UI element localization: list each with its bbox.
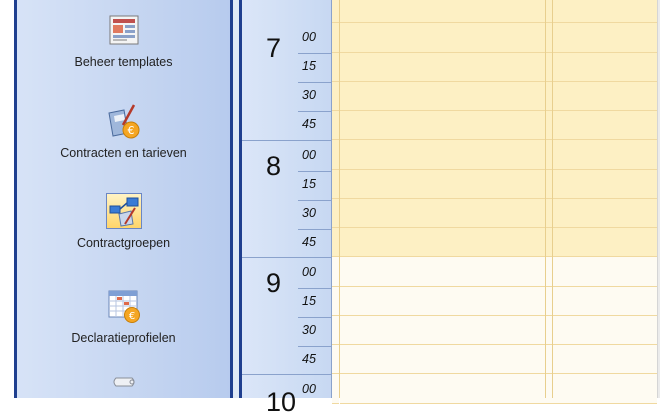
- nav-item-contracten-tarieven[interactable]: € Contracten en tarieven: [17, 103, 230, 160]
- hour-block-9: 9 00 15 30 45: [242, 257, 332, 375]
- time-slot[interactable]: [332, 81, 339, 111]
- time-slot[interactable]: [553, 111, 657, 141]
- time-ruler: 45 7 00 15 30 45 8 00 15 30 45 9 00 15 3…: [242, 0, 332, 417]
- minute-label: 00: [298, 25, 332, 54]
- time-slot[interactable]: [553, 81, 657, 111]
- time-slot[interactable]: [332, 23, 339, 53]
- time-slot[interactable]: [553, 23, 657, 53]
- nav-item-contractgroepen[interactable]: Contractgroepen: [17, 193, 230, 250]
- time-slot[interactable]: [340, 345, 553, 375]
- time-slot[interactable]: [332, 374, 339, 404]
- time-slot[interactable]: [340, 286, 553, 316]
- time-slot[interactable]: [553, 198, 657, 228]
- hour-label: 7: [266, 33, 282, 63]
- minute-label: 30: [298, 318, 332, 347]
- time-slot[interactable]: [340, 198, 553, 228]
- time-slot[interactable]: [332, 52, 339, 82]
- nav-item-beheer-templates[interactable]: Beheer templates: [17, 12, 230, 69]
- declaration-profile-icon: €: [106, 288, 142, 324]
- contract-euro-icon: €: [106, 103, 142, 139]
- time-slot[interactable]: [332, 0, 339, 24]
- svg-text:€: €: [128, 311, 134, 322]
- time-slot[interactable]: [553, 169, 657, 199]
- time-slot[interactable]: [340, 169, 553, 199]
- hour-label: 10: [266, 387, 297, 417]
- minute-label: 15: [298, 54, 332, 83]
- time-slot[interactable]: [553, 257, 657, 287]
- minute-label: 00: [298, 260, 332, 289]
- minute-label: 00: [302, 382, 316, 396]
- time-slot[interactable]: [553, 315, 657, 345]
- hour-block-8: 8 00 15 30 45: [242, 140, 332, 258]
- minute-label: 45: [302, 117, 316, 131]
- time-slot[interactable]: [340, 257, 553, 287]
- contract-group-icon: [105, 193, 142, 229]
- nav-item-label: Contracten en tarieven: [60, 146, 187, 160]
- hour-label: 8: [266, 151, 282, 181]
- time-slot[interactable]: [340, 111, 553, 141]
- minute-label: 45: [302, 235, 316, 249]
- time-slot[interactable]: [332, 228, 339, 258]
- schedule-grid: [332, 0, 660, 404]
- time-slot[interactable]: [340, 228, 553, 258]
- navigation-sidebar: Beheer templates € Contracten en tarieve…: [14, 0, 233, 398]
- minute-label: 15: [298, 172, 332, 201]
- time-slot[interactable]: [332, 111, 339, 141]
- time-slot[interactable]: [340, 52, 553, 82]
- time-slot[interactable]: [553, 228, 657, 258]
- minute-label: 30: [298, 83, 332, 112]
- minute-label: 15: [298, 289, 332, 318]
- time-slot[interactable]: [340, 81, 553, 111]
- column-separator: [552, 0, 553, 398]
- time-slot[interactable]: [332, 198, 339, 228]
- time-slot[interactable]: [553, 345, 657, 375]
- column-separator: [339, 0, 340, 398]
- column-separator: [545, 0, 546, 398]
- time-slot[interactable]: [553, 140, 657, 170]
- time-slot[interactable]: [332, 315, 339, 345]
- time-slot[interactable]: [340, 374, 553, 404]
- hour-label: 9: [266, 268, 282, 298]
- nav-item-label: Contractgroepen: [76, 236, 171, 250]
- minute-label: 30: [298, 201, 332, 230]
- time-slot[interactable]: [332, 140, 339, 170]
- nav-item-declaratieprofielen[interactable]: € Declaratieprofielen: [17, 288, 230, 345]
- hour-block-7: 7 00 15 30 45: [242, 23, 332, 140]
- time-slot[interactable]: [340, 315, 553, 345]
- templates-icon: [106, 12, 142, 48]
- hour-block-10: 10 00: [242, 374, 332, 417]
- time-slot[interactable]: [340, 0, 553, 24]
- time-slot[interactable]: [332, 345, 339, 375]
- time-slot[interactable]: [332, 286, 339, 316]
- minute-label: 45: [302, 352, 316, 366]
- minute-label: 00: [298, 143, 332, 172]
- nav-item-label: Declaratieprofielen: [71, 331, 176, 345]
- time-slot[interactable]: [553, 52, 657, 82]
- time-slot[interactable]: [340, 23, 553, 53]
- time-slot[interactable]: [553, 0, 657, 24]
- scroll-icon: [106, 376, 142, 398]
- nav-item-partial[interactable]: [17, 376, 230, 398]
- minute-label: 45: [298, 0, 332, 12]
- time-slot[interactable]: [553, 286, 657, 316]
- nav-item-label: Beheer templates: [74, 55, 173, 69]
- time-slot[interactable]: [340, 140, 553, 170]
- time-slot[interactable]: [332, 257, 339, 287]
- time-slot[interactable]: [332, 169, 339, 199]
- time-slot[interactable]: [553, 374, 657, 404]
- svg-text:€: €: [127, 124, 134, 137]
